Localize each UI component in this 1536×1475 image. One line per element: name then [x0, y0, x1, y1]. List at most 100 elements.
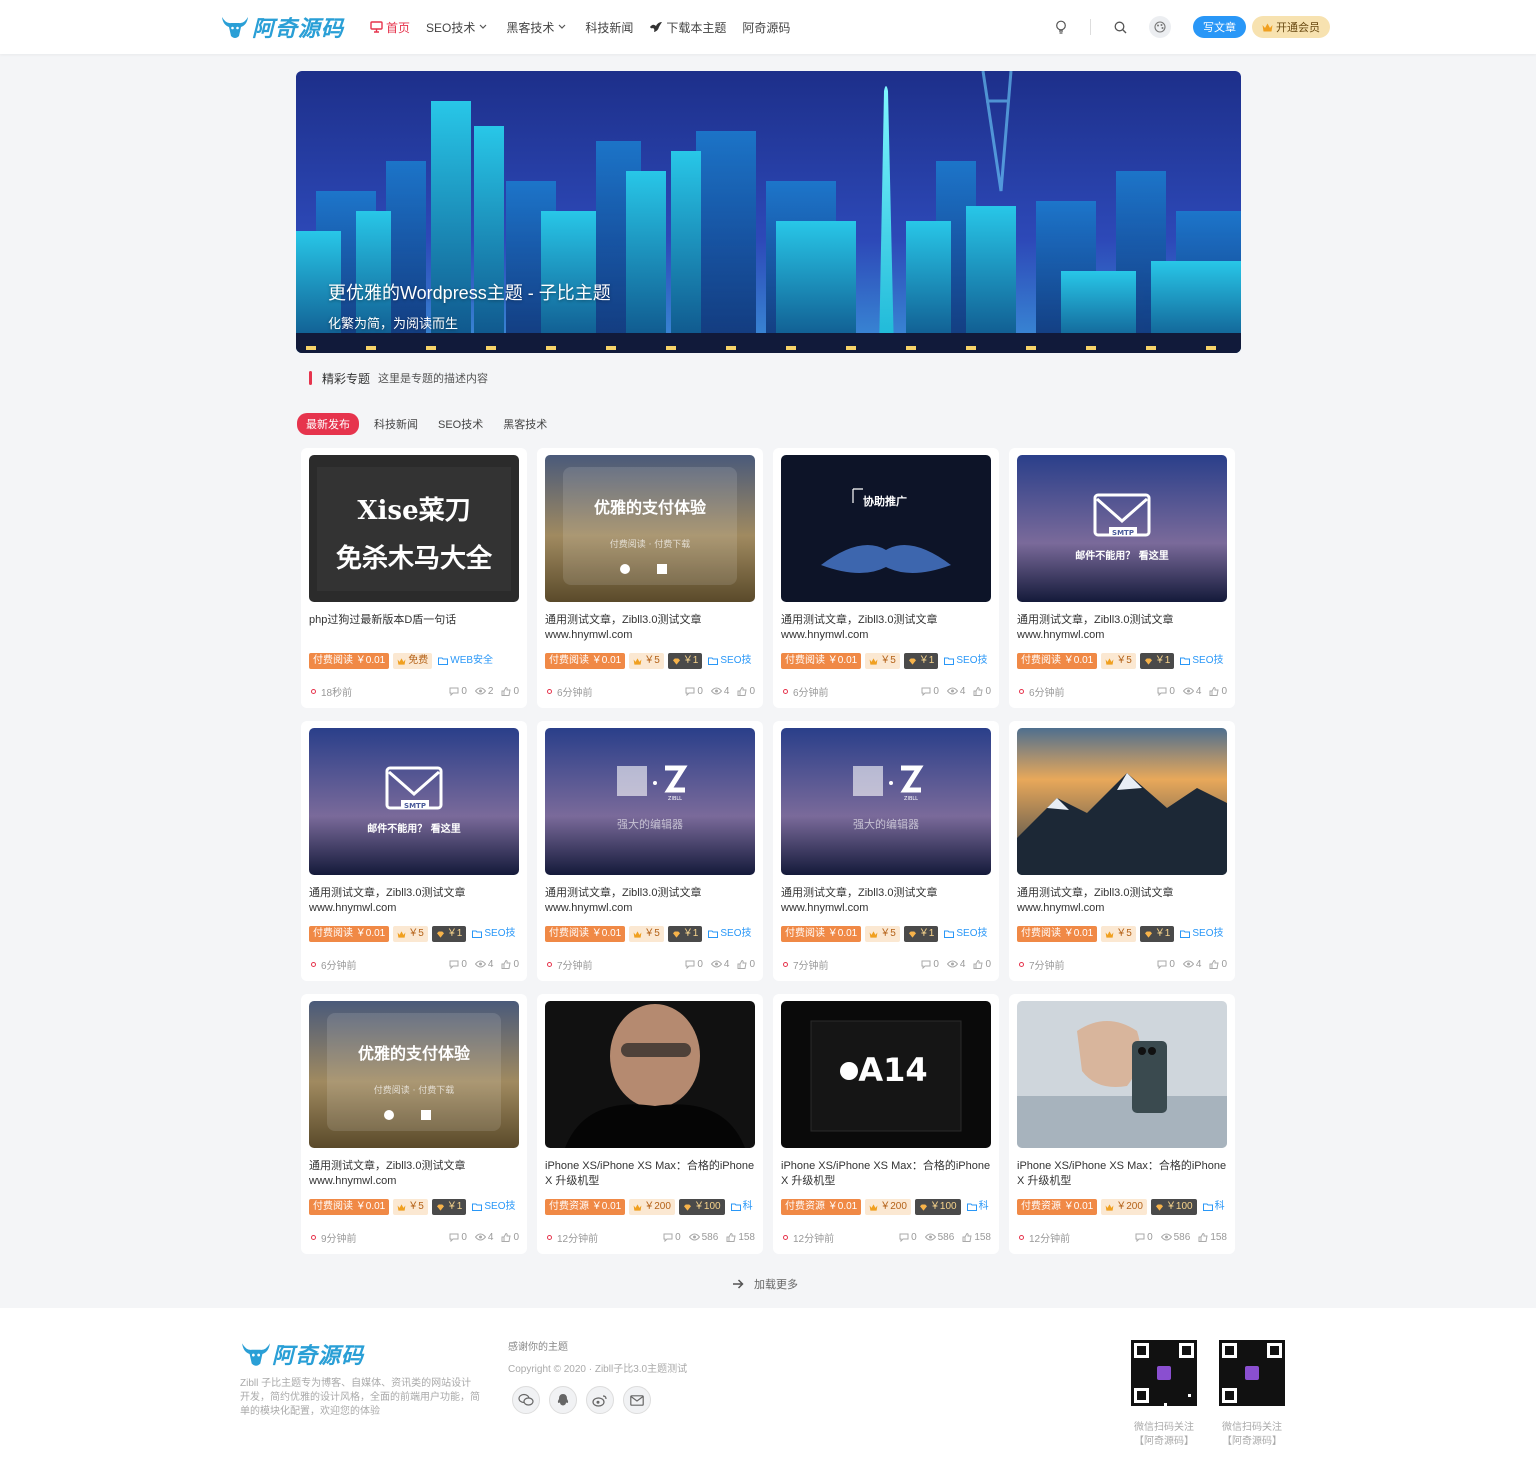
post-thumbnail[interactable]: SMTP 邮件不能用？ 看这里 — [309, 728, 519, 875]
like-count[interactable]: 0 — [737, 959, 755, 970]
post-thumbnail[interactable]: ZIBLL 强大的编辑器 — [781, 728, 991, 875]
footer-thanks-link[interactable]: 感谢你的主题 — [508, 1338, 568, 1353]
post-title[interactable]: iPhone XS/iPhone XS Max：合格的iPhone X 升级机型 — [545, 1159, 757, 1189]
post-title[interactable]: iPhone XS/iPhone XS Max：合格的iPhone X 升级机型 — [1017, 1159, 1229, 1189]
post-thumbnail[interactable]: 协助推广 — [781, 455, 991, 602]
nav-home[interactable]: 首页 — [370, 19, 410, 36]
post-card[interactable]: 协助推广 通用测试文章，Zibll3.0测试文章www.hnymwl.com 付… — [773, 448, 999, 708]
post-tag[interactable]: SEO技 — [1178, 926, 1225, 942]
nav-tech-news[interactable]: 科技新闻 — [585, 19, 633, 36]
post-card[interactable]: SMTP 邮件不能用？ 看这里 通用测试文章，Zibll3.0测试文章www.hn… — [1009, 448, 1235, 708]
comment-count: 0 — [685, 959, 703, 970]
post-thumbnail[interactable] — [1017, 1001, 1227, 1148]
post-thumbnail[interactable]: 优雅的支付体验 付费阅读 · 付费下载 — [545, 455, 755, 602]
nav-aqi-source[interactable]: 阿奇源码 — [742, 19, 790, 36]
qq-icon[interactable] — [549, 1386, 577, 1414]
post-tag[interactable]: SEO技 — [706, 653, 753, 669]
like-count[interactable]: 0 — [501, 1232, 519, 1243]
post-tag[interactable]: 科 — [1201, 1199, 1227, 1215]
like-count[interactable]: 158 — [726, 1232, 755, 1243]
like-count[interactable]: 0 — [501, 686, 519, 697]
social-links — [512, 1386, 660, 1414]
post-thumbnail[interactable] — [1017, 728, 1227, 875]
post-title[interactable]: 通用测试文章，Zibll3.0测试文章www.hnymwl.com — [1017, 613, 1229, 643]
post-title[interactable]: php过狗过最新版本D盾一句话 — [309, 613, 521, 643]
post-card[interactable]: ZIBLL 强大的编辑器 通用测试文章，Zibll3.0测试文章www.hnymw… — [537, 721, 763, 981]
featured-topic[interactable]: 精彩专题 这里是专题的描述内容 — [309, 370, 488, 386]
post-card[interactable]: 优雅的支付体验 付费阅读 · 付费下载 通用测试文章，Zibll3.0测试文章ww… — [537, 448, 763, 708]
nav-hacker[interactable]: 黑客技术 — [506, 19, 569, 36]
like-count[interactable]: 0 — [737, 686, 755, 697]
tab-seo[interactable]: SEO技术 — [438, 416, 483, 432]
wechat-icon[interactable] — [512, 1386, 540, 1414]
post-title[interactable]: 通用测试文章，Zibll3.0测试文章www.hnymwl.com — [781, 613, 993, 643]
post-tag[interactable]: 科 — [729, 1199, 755, 1215]
post-thumbnail[interactable]: SMTP 邮件不能用？ 看这里 — [1017, 455, 1227, 602]
post-thumbnail[interactable] — [545, 1001, 755, 1148]
lightbulb-icon[interactable] — [1050, 16, 1072, 38]
post-card[interactable]: iPhone XS/iPhone XS Max：合格的iPhone X 升级机型… — [1009, 994, 1235, 1254]
post-title[interactable]: 通用测试文章，Zibll3.0测试文章www.hnymwl.com — [309, 886, 521, 916]
theme-palette-icon[interactable] — [1149, 16, 1171, 38]
post-title[interactable]: 通用测试文章，Zibll3.0测试文章www.hnymwl.com — [1017, 886, 1229, 916]
post-title[interactable]: 通用测试文章，Zibll3.0测试文章www.hnymwl.com — [309, 1159, 521, 1189]
load-more-button[interactable]: 加载更多 — [733, 1276, 798, 1292]
post-tag[interactable]: SEO技 — [470, 1199, 517, 1215]
post-tag[interactable]: SEO技 — [470, 926, 517, 942]
post-card[interactable]: A14 iPhone XS/iPhone XS Max：合格的iPhone X … — [773, 994, 999, 1254]
post-card[interactable]: Xise菜刀 免杀木马大全 php过狗过最新版本D盾一句话 付费阅读 ￥0.01 免… — [301, 448, 527, 708]
topic-label: 精彩专题 — [322, 371, 371, 386]
post-card[interactable]: 优雅的支付体验 付费阅读 · 付费下载 通用测试文章，Zibll3.0测试文章ww… — [301, 994, 527, 1254]
post-tag[interactable]: SEO技 — [942, 653, 989, 669]
post-title[interactable]: iPhone XS/iPhone XS Max：合格的iPhone X 升级机型 — [781, 1159, 993, 1189]
post-thumbnail[interactable]: Xise菜刀 免杀木马大全 — [309, 455, 519, 602]
post-title[interactable]: 通用测试文章，Zibll3.0测试文章www.hnymwl.com — [781, 886, 993, 916]
weibo-icon[interactable] — [586, 1386, 614, 1414]
post-tag[interactable]: WEB安全 — [436, 653, 495, 669]
svg-text:强大的编辑器: 强大的编辑器 — [853, 817, 919, 831]
time-dot-icon — [547, 1234, 552, 1240]
post-title[interactable]: 通用测试文章，Zibll3.0测试文章www.hnymwl.com — [545, 613, 757, 643]
comment-icon — [685, 960, 695, 969]
tab-latest[interactable]: 最新发布 — [297, 413, 359, 435]
post-tag[interactable]: SEO技 — [706, 926, 753, 942]
post-card[interactable]: 通用测试文章，Zibll3.0测试文章www.hnymwl.com 付费阅读 ￥… — [1009, 721, 1235, 981]
post-meta: 7分钟前 0 4 0 — [545, 957, 755, 972]
nav-download[interactable]: 下载本主题 — [649, 19, 726, 36]
post-thumbnail[interactable]: 优雅的支付体验 付费阅读 · 付费下载 — [309, 1001, 519, 1148]
email-icon[interactable] — [623, 1386, 651, 1414]
post-tag[interactable]: SEO技 — [1178, 653, 1225, 669]
write-post-button[interactable]: 写文章 — [1193, 16, 1246, 38]
post-thumbnail[interactable]: A14 — [781, 1001, 991, 1148]
svg-text:免杀木马大全: 免杀木马大全 — [336, 543, 493, 574]
site-logo[interactable]: 阿奇源码 — [220, 12, 344, 42]
nav-seo[interactable]: SEO技术 — [426, 19, 490, 36]
site-header: 阿奇源码 首页 SEO技术 黑客技术 科技新闻 下载本主题 阿奇源码 写文章 开… — [0, 0, 1536, 54]
crown-icon — [397, 1203, 406, 1211]
tab-hacker[interactable]: 黑客技术 — [503, 416, 547, 432]
post-title[interactable]: 通用测试文章，Zibll3.0测试文章www.hnymwl.com — [545, 886, 757, 916]
comment-icon — [1157, 960, 1167, 969]
post-card[interactable]: ZIBLL 强大的编辑器 通用测试文章，Zibll3.0测试文章www.hnymw… — [773, 721, 999, 981]
search-icon[interactable] — [1109, 16, 1131, 38]
post-tag: ￥5 — [1101, 926, 1136, 942]
post-tag[interactable]: SEO技 — [942, 926, 989, 942]
hero-banner[interactable]: 更优雅的Wordpress主题 - 子比主题 化繁为简，为阅读而生 — [296, 71, 1241, 353]
post-thumbnail[interactable]: ZIBLL 强大的编辑器 — [545, 728, 755, 875]
view-count: 4 — [474, 1232, 493, 1243]
open-vip-button[interactable]: 开通会员 — [1252, 16, 1330, 38]
chevron-down-icon — [558, 24, 566, 29]
like-count[interactable]: 0 — [1209, 959, 1227, 970]
like-count[interactable]: 0 — [973, 686, 991, 697]
diamond-icon — [1144, 930, 1152, 938]
post-card[interactable]: SMTP 邮件不能用？ 看这里 通用测试文章，Zibll3.0测试文章www.hn… — [301, 721, 527, 981]
like-count[interactable]: 158 — [1198, 1232, 1227, 1243]
like-count[interactable]: 0 — [1209, 686, 1227, 697]
like-count[interactable]: 158 — [962, 1232, 991, 1243]
post-card[interactable]: iPhone XS/iPhone XS Max：合格的iPhone X 升级机型… — [537, 994, 763, 1254]
post-tag[interactable]: 科 — [965, 1199, 991, 1215]
like-count[interactable]: 0 — [973, 959, 991, 970]
tab-tech-news[interactable]: 科技新闻 — [374, 416, 418, 432]
footer-logo[interactable]: 阿奇源码 — [240, 1338, 364, 1370]
like-count[interactable]: 0 — [501, 959, 519, 970]
